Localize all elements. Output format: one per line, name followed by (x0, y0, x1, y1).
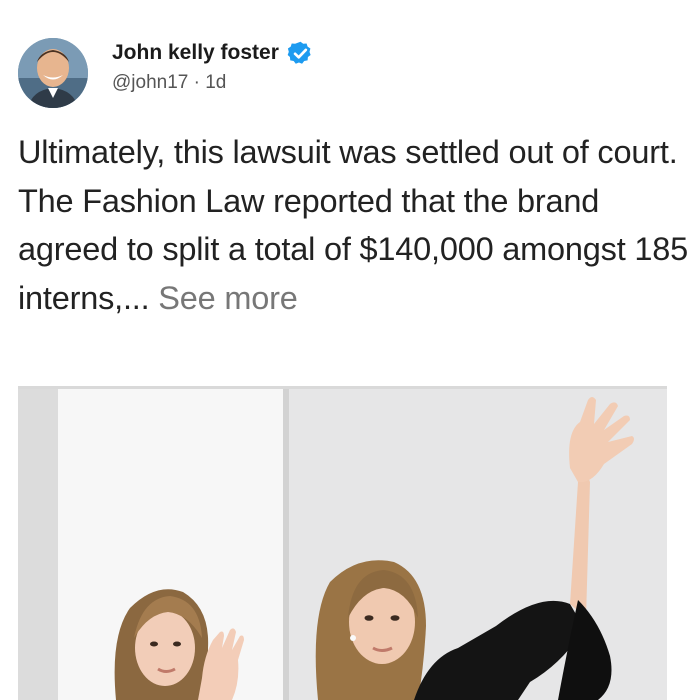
author-name-row: John kelly foster (112, 38, 314, 68)
post-body: Ultimately, this lawsuit was settled out… (18, 128, 688, 322)
meta-separator: · (193, 72, 200, 93)
author-avatar[interactable] (18, 38, 88, 108)
post-timestamp[interactable]: 1d (205, 72, 226, 93)
post-image[interactable] (18, 386, 667, 700)
post-text: Ultimately, this lawsuit was settled out… (18, 134, 688, 316)
author-handle[interactable]: @john17 (112, 72, 188, 93)
author-name[interactable]: John kelly foster (112, 41, 279, 65)
see-more-link[interactable]: See more (158, 280, 298, 316)
verified-badge-icon (287, 40, 314, 67)
photo-two-women-raising-hands-icon (18, 386, 667, 700)
post-meta: @john17 · 1d (112, 72, 226, 94)
avatar-photo (18, 38, 88, 108)
